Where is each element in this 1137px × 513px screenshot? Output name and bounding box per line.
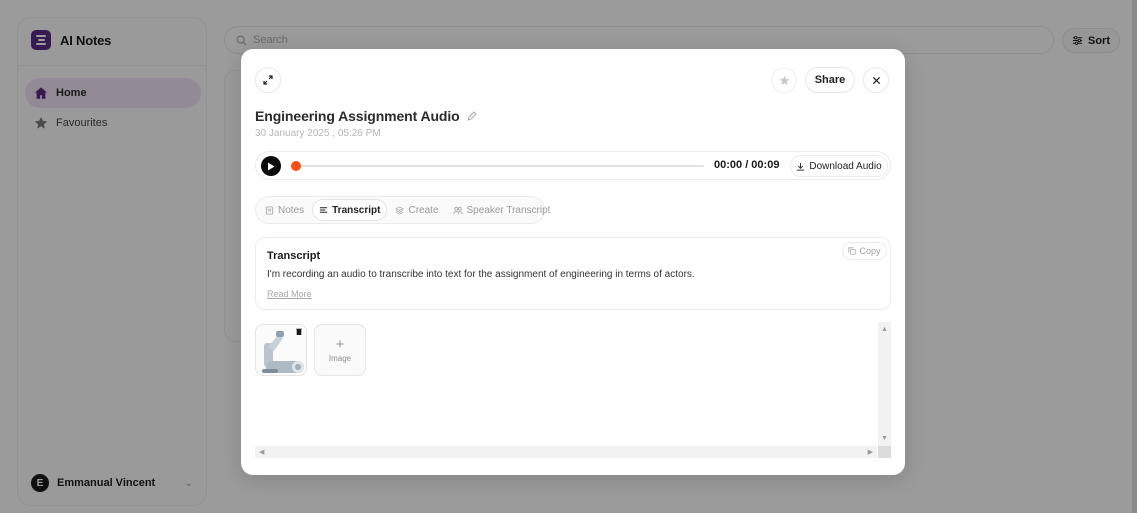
pencil-icon[interactable] [466, 111, 477, 121]
copy-button[interactable]: Copy [842, 242, 887, 260]
transcript-card: Transcript Copy I'm recording an audio t… [255, 237, 891, 310]
note-date: 30 January 2025 , 05:26 PM [255, 128, 381, 139]
image-thumbnail[interactable] [255, 324, 307, 376]
share-button[interactable]: Share [805, 67, 855, 93]
favourite-button[interactable] [771, 67, 797, 93]
speakers-icon [452, 206, 463, 214]
notes-icon [265, 205, 274, 215]
progress-track[interactable] [294, 165, 704, 167]
tab-notes[interactable]: Notes [259, 199, 310, 221]
tab-speaker-transcript[interactable]: Speaker Transcript [447, 199, 557, 221]
play-button[interactable] [261, 156, 281, 176]
note-modal: Share Engineering Assignment Audio 30 Ja… [241, 49, 905, 475]
download-icon [797, 162, 805, 171]
read-more-link[interactable]: Read More [267, 289, 312, 299]
star-icon [779, 75, 789, 85]
media-gallery: + Image [255, 322, 891, 459]
create-icon [395, 205, 405, 215]
audio-player: 00:00 / 00:09 Download Audio [255, 151, 891, 180]
scroll-left-icon[interactable]: ◀ [259, 449, 264, 456]
note-tabs: Notes Transcript Create Speaker Transcri… [255, 196, 550, 224]
scrollbar-corner [878, 446, 891, 458]
download-label: Download Audio [809, 160, 882, 172]
scroll-down-icon[interactable]: ▼ [881, 435, 888, 442]
vertical-scrollbar[interactable]: ▲ ▼ [878, 322, 891, 446]
expand-icon [263, 75, 273, 85]
copy-icon [848, 247, 857, 255]
playback-time: 00:00 / 00:09 [714, 159, 780, 171]
add-image-label: Image [328, 354, 352, 363]
window-edge [1132, 0, 1137, 513]
trash-icon[interactable] [296, 328, 302, 335]
progress-handle[interactable] [291, 161, 301, 171]
title-row: Engineering Assignment Audio [255, 108, 477, 124]
transcript-heading: Transcript [267, 250, 321, 262]
transcript-text: I'm recording an audio to transcribe int… [267, 269, 695, 280]
tab-label: Create [408, 204, 439, 216]
tab-create[interactable]: Create [389, 199, 444, 221]
add-image-button[interactable]: + Image [314, 324, 366, 376]
transcript-icon [320, 206, 328, 213]
close-button[interactable] [863, 67, 889, 93]
scroll-right-icon[interactable]: ▶ [868, 449, 873, 456]
tab-label: Transcript [332, 204, 381, 216]
download-audio-button[interactable]: Download Audio [790, 155, 888, 177]
tab-transcript[interactable]: Transcript [312, 199, 388, 221]
play-icon [268, 162, 275, 170]
copy-label: Copy [859, 246, 881, 256]
tab-label: Notes [278, 204, 305, 216]
plus-icon: + [335, 336, 345, 353]
note-title: Engineering Assignment Audio [255, 108, 460, 124]
close-icon [872, 76, 880, 84]
horizontal-scrollbar[interactable]: ◀ ▶ [255, 446, 877, 458]
tab-label: Speaker Transcript [466, 204, 551, 216]
scroll-up-icon[interactable]: ▲ [881, 326, 888, 333]
expand-button[interactable] [255, 67, 281, 93]
